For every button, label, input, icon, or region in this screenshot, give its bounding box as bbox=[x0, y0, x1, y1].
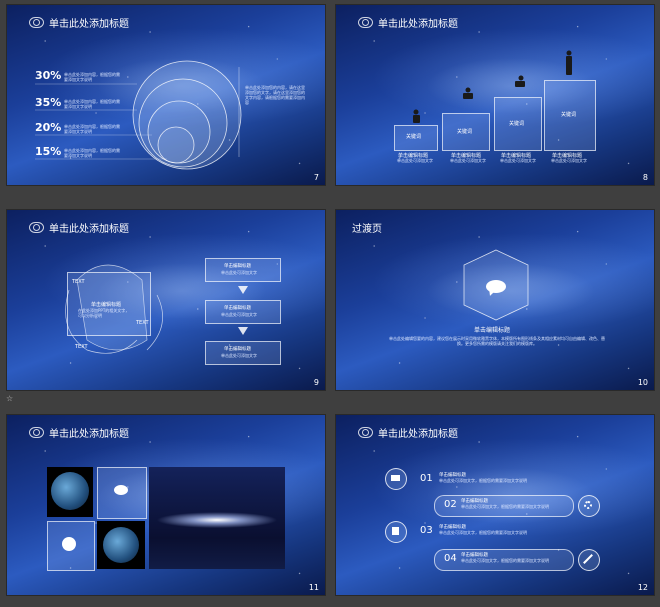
settings-icon bbox=[584, 501, 592, 509]
chat-icon bbox=[114, 485, 128, 495]
item-number: 01 bbox=[420, 473, 433, 484]
sub-title: 单击编辑标题 bbox=[474, 327, 511, 334]
box-text: 单击此处可添加文字 bbox=[221, 270, 257, 275]
slide-thumbnail-7[interactable]: 单击此处添加标题 30% 35% 20% 15% 单击此处添加内容，根据您的需要… bbox=[7, 5, 325, 185]
item-number: 03 bbox=[420, 525, 433, 536]
box-text: 单击此处可添加文字 bbox=[221, 312, 257, 317]
page-number: 9 bbox=[313, 378, 319, 387]
text-label: TEXT bbox=[136, 320, 149, 326]
page-number: 7 bbox=[313, 173, 319, 182]
earth-image bbox=[47, 467, 93, 517]
item-text: 单击此处可添加文字，根据您的需要添加文字说明 bbox=[439, 478, 527, 483]
text-label: TEXT bbox=[75, 344, 88, 350]
item-text: 单击此处可添加文字 bbox=[551, 158, 587, 163]
text-label: TEXT bbox=[72, 279, 85, 285]
slide-title: 单击此处添加标题 bbox=[29, 425, 129, 440]
box-title: 单击编辑标题 bbox=[224, 347, 251, 352]
slide-thumbnail-11[interactable]: 单击此处添加标题 11 bbox=[7, 415, 325, 595]
galaxy-image bbox=[149, 467, 285, 569]
arrow-down-icon bbox=[238, 286, 248, 294]
businessmen-climbing-illustration bbox=[413, 50, 572, 123]
hexagon-frame bbox=[463, 249, 529, 321]
item-text: 单击此处可添加文字 bbox=[450, 158, 486, 163]
item-text: 单击此处可添加文字，根据您的需要添加文字说明 bbox=[461, 558, 549, 563]
box-title: 单击编辑标题 bbox=[224, 306, 251, 311]
item-text: 单击此处可添加文字，根据您的需要添加文字说明 bbox=[439, 530, 527, 535]
item-text: 单击此处可添加文字 bbox=[500, 158, 536, 163]
earth-image bbox=[97, 521, 145, 569]
side-text: 单击此处添加您的内容，请在这里添加您的文字，请在这里添加您的文字内容，请根据您的… bbox=[245, 85, 305, 105]
logo-icon bbox=[358, 427, 373, 438]
body-text: 单击此处编辑您要的内容，建议您在展示时采用微软雅黑字体，本模版所有图形线条及其相… bbox=[389, 336, 605, 346]
trash-icon bbox=[392, 527, 399, 535]
box-text: 单击此处可添加文字 bbox=[221, 353, 257, 358]
center-text: 在此处添加PPT的相关文字，可以分析说明 bbox=[78, 308, 130, 318]
slide-thumbnail-12[interactable]: 单击此处添加标题 01 02 03 04 单击编辑标题 单击此处可添加文字，根据… bbox=[336, 415, 654, 595]
slide-thumbnail-8[interactable]: 单击此处添加标题 关键词 关键词 关键词 关键词 单击编辑标题 单击此处可添加文… bbox=[336, 5, 654, 185]
item-number: 02 bbox=[444, 499, 457, 510]
page-number: 8 bbox=[642, 173, 648, 182]
animation-marker-icon: ☆ bbox=[6, 394, 14, 403]
center-title: 单击编辑标题 bbox=[91, 302, 122, 308]
page-number: 12 bbox=[637, 583, 648, 592]
item-text: 单击此处可添加文字，根据您的需要添加文字说明 bbox=[461, 504, 549, 509]
tools-icon-circle bbox=[578, 549, 600, 571]
box-title: 单击编辑标题 bbox=[224, 264, 251, 269]
folder-icon bbox=[391, 475, 400, 481]
slide-thumbnail-9[interactable]: 单击此处添加标题 TEXT TEXT TEXT 单击编辑标题 在此处添加PPT的… bbox=[7, 210, 325, 390]
slide-title: 单击此处添加标题 bbox=[358, 425, 458, 440]
arrow-down-icon bbox=[238, 327, 248, 335]
page-number: 10 bbox=[637, 378, 648, 387]
page-number: 11 bbox=[308, 583, 319, 592]
chat-bubble-circle-icon bbox=[62, 537, 76, 551]
item-number: 04 bbox=[444, 553, 457, 564]
slide-thumbnail-10[interactable]: 过渡页 单击编辑标题 单击此处编辑您要的内容，建议您在展示时采用微软雅黑字体，本… bbox=[336, 210, 654, 390]
logo-icon bbox=[29, 427, 44, 438]
item-text: 单击此处可添加文字 bbox=[397, 158, 433, 163]
